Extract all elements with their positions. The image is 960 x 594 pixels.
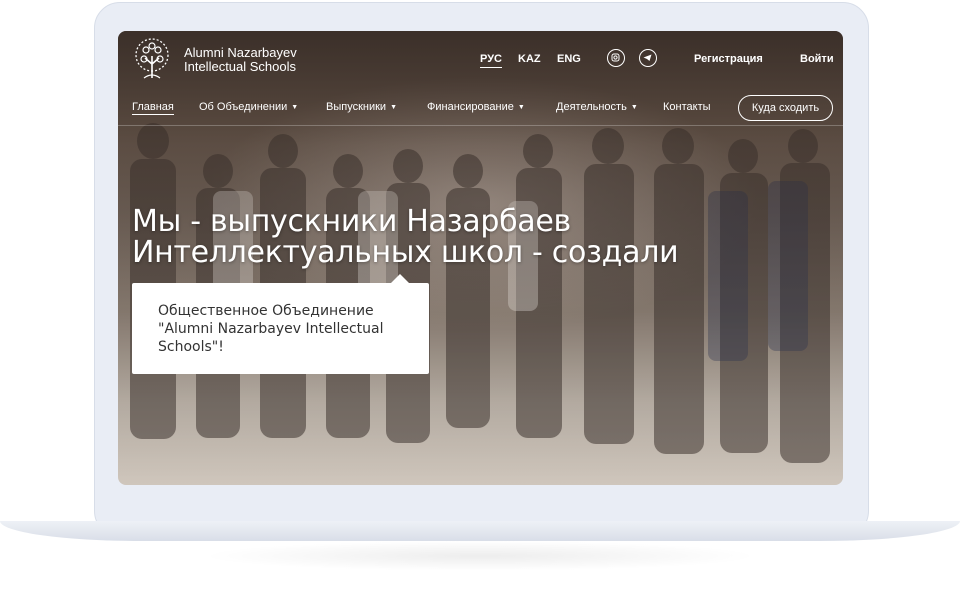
dropdown-caret-icon: ▼	[517, 104, 525, 111]
logo-line-2: Intellectual Schools	[184, 59, 297, 74]
login-link[interactable]: Войти	[800, 53, 834, 65]
where-to-go-button[interactable]: Куда сходить	[738, 95, 833, 121]
nav-funding-label: Финансирование	[427, 101, 514, 113]
hero-card-line-2: "Alumni Nazarbayev Intellectual	[158, 321, 384, 337]
hero-card-line-1: Общественное Объединение	[158, 303, 374, 319]
laptop-shadow	[200, 541, 760, 571]
tree-logo-icon	[135, 38, 169, 79]
nav-alumni[interactable]: Выпускники ▼	[326, 101, 397, 113]
hero-card-line-3: Schools"!	[158, 339, 224, 355]
nav-funding[interactable]: Финансирование ▼	[427, 101, 525, 113]
dropdown-caret-icon: ▼	[291, 104, 299, 111]
nav-home[interactable]: Главная	[132, 101, 174, 115]
nav-activities[interactable]: Деятельность ▼	[556, 101, 638, 113]
nav-divider	[118, 125, 843, 126]
telegram-icon[interactable]	[639, 49, 657, 67]
site-logo[interactable]: Alumni Nazarbayev Intellectual Schools	[132, 38, 297, 82]
hero-title-line-2: Интеллектуальных школ - создали	[132, 235, 679, 270]
lang-ru[interactable]: РУС	[480, 53, 502, 68]
lang-en[interactable]: ENG	[557, 53, 581, 65]
instagram-icon[interactable]	[607, 49, 625, 67]
laptop-base	[0, 521, 960, 541]
nav-alumni-label: Выпускники	[326, 101, 387, 113]
dropdown-caret-icon: ▼	[390, 104, 398, 111]
nav-contacts[interactable]: Контакты	[663, 101, 711, 113]
dropdown-caret-icon: ▼	[630, 104, 638, 111]
hero-card: Общественное Объединение "Alumni Nazarba…	[132, 274, 429, 374]
hero-title: Мы - выпускники Назарбаев Интеллектуальн…	[132, 206, 752, 268]
lang-kz[interactable]: KAZ	[518, 53, 541, 65]
website-screen: Alumni Nazarbayev Intellectual Schools Р…	[118, 31, 843, 485]
hero-title-line-1: Мы - выпускники Назарбаев	[132, 204, 571, 239]
nav-about[interactable]: Об Объединении ▼	[199, 101, 298, 113]
register-link[interactable]: Регистрация	[694, 53, 763, 65]
nav-about-label: Об Объединении	[199, 101, 288, 113]
nav-activities-label: Деятельность	[556, 101, 627, 113]
logo-line-1: Alumni Nazarbayev	[184, 45, 297, 60]
